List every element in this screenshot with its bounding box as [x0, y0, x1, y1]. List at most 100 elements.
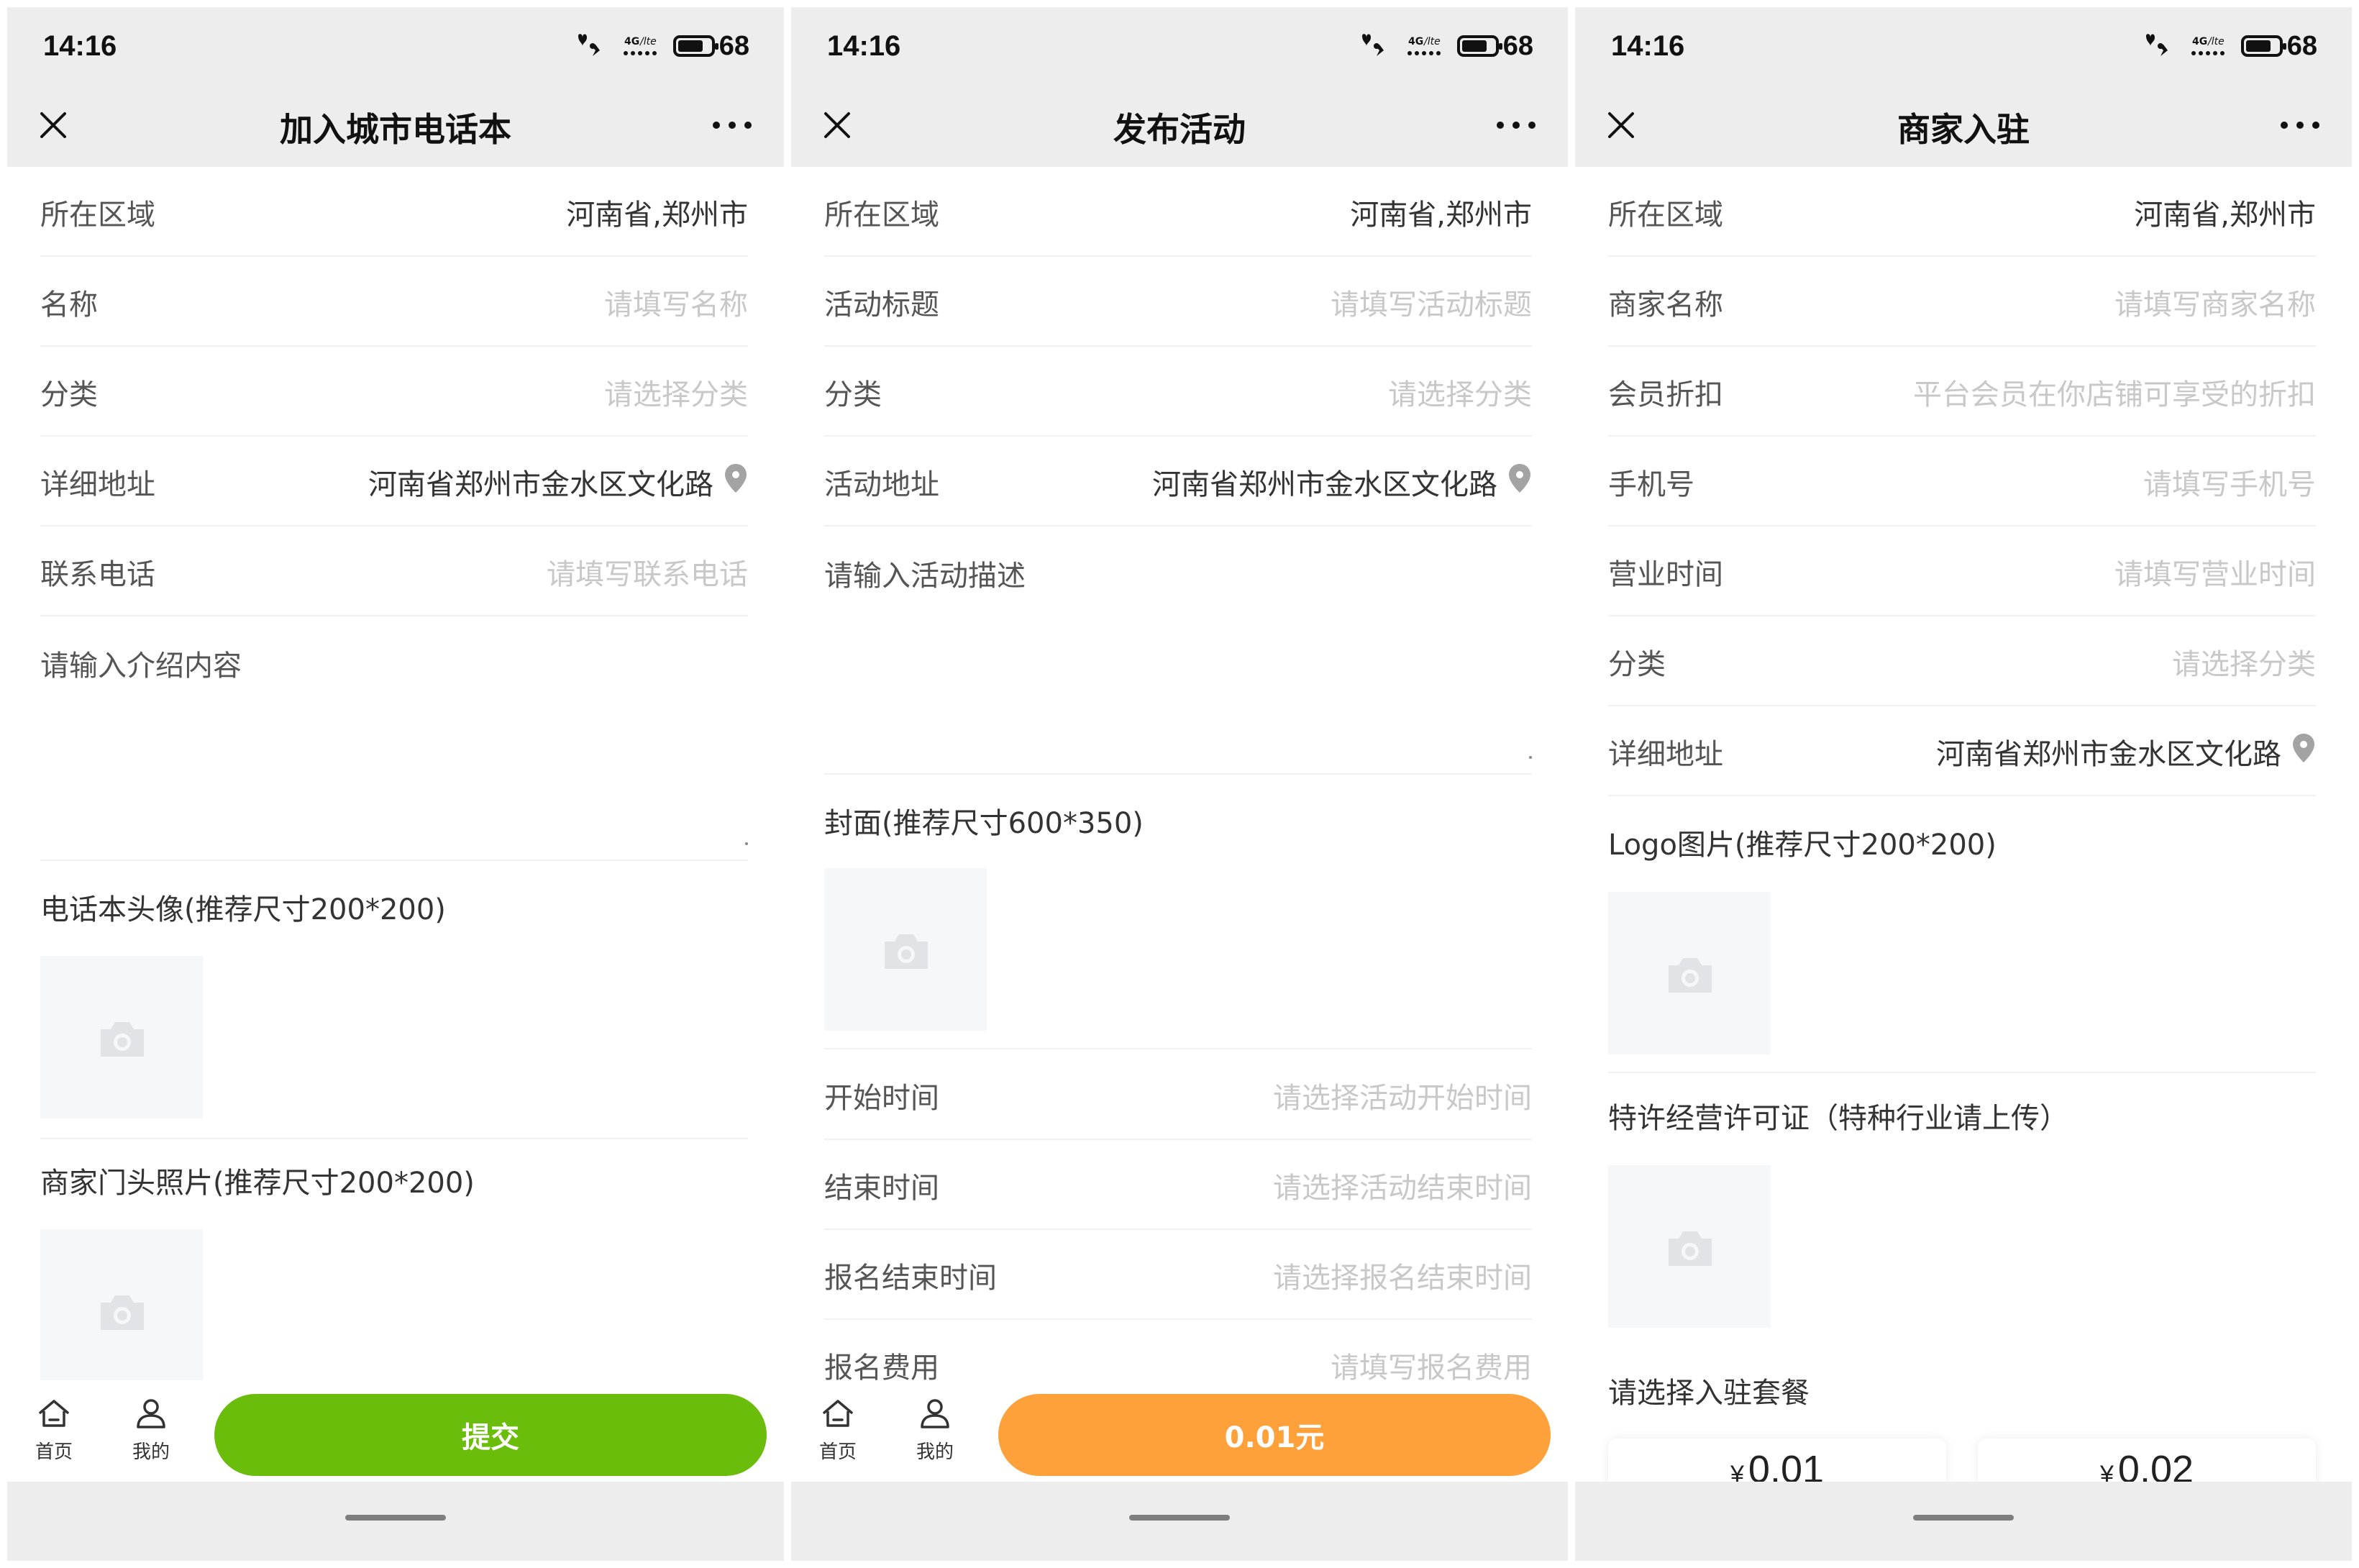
- home-icon: [823, 1400, 853, 1427]
- address-row[interactable]: 详细地址 河南省郑州市金水区文化路: [1608, 706, 2316, 796]
- logo-upload-label: Logo图片(推荐尺寸200*200): [1608, 829, 1997, 862]
- region-row[interactable]: 所在区域 河南省,郑州市: [824, 167, 1532, 257]
- tab-mine[interactable]: 我的: [119, 1394, 183, 1473]
- license-upload-label: 特许经营许可证（特种行业请上传）: [1608, 1102, 2068, 1135]
- pay-button[interactable]: 0.01元: [998, 1394, 1551, 1476]
- business-hours-row[interactable]: 营业时间 请填写营业时间: [1608, 527, 2316, 616]
- status-icons: 4G/lte 68: [2139, 29, 2317, 63]
- resize-handle: [745, 842, 748, 845]
- storefront-upload-box[interactable]: [40, 1229, 203, 1380]
- region-value: 河南省,郑州市: [2134, 199, 2316, 232]
- avatar-upload-label: 电话本头像(推荐尺寸200*200): [40, 893, 446, 926]
- phone-input[interactable]: 请填写联系电话: [547, 551, 748, 593]
- system-nav-bar: [7, 1482, 784, 1561]
- category-select[interactable]: 请选择分类: [1388, 371, 1532, 413]
- status-time: 14:16: [1611, 30, 1685, 62]
- event-description-textarea[interactable]: 请输入活动描述: [824, 527, 1532, 775]
- nav-bar: 加入城市电话本: [7, 85, 784, 167]
- end-time-row[interactable]: 结束时间 请选择活动结束时间: [824, 1140, 1532, 1230]
- region-row[interactable]: 所在区域 河南省,郑州市: [40, 167, 748, 257]
- address-value[interactable]: 河南省郑州市金水区文化路: [1152, 461, 1497, 503]
- submit-button[interactable]: 提交: [214, 1394, 767, 1476]
- tab-home[interactable]: 首页: [22, 1394, 86, 1473]
- page-title: 发布活动: [1113, 110, 1246, 149]
- end-time-picker[interactable]: 请选择活动结束时间: [1273, 1164, 1532, 1206]
- cover-upload-label: 封面(推荐尺寸600*350): [824, 807, 1144, 840]
- field-label: 详细地址: [40, 468, 155, 501]
- phone-row[interactable]: 联系电话 请填写联系电话: [40, 527, 748, 616]
- address-value[interactable]: 河南省郑州市金水区文化路: [368, 461, 713, 503]
- mobile-input[interactable]: 请填写手机号: [2143, 461, 2316, 503]
- merchant-name-row[interactable]: 商家名称 请填写商家名称: [1608, 257, 2316, 347]
- more-icon[interactable]: [709, 117, 755, 134]
- avatar-upload-box[interactable]: [40, 956, 203, 1118]
- start-time-picker[interactable]: 请选择活动开始时间: [1273, 1075, 1532, 1116]
- event-address-row[interactable]: 活动地址 河南省郑州市金水区文化路: [824, 437, 1532, 527]
- category-row[interactable]: 分类 请选择分类: [824, 347, 1532, 437]
- location-pin-icon[interactable]: [1507, 462, 1532, 494]
- start-time-row[interactable]: 开始时间 请选择活动开始时间: [824, 1050, 1532, 1140]
- bottom-bar: 首页 我的 0.01元: [791, 1382, 1568, 1482]
- notification-icon: [2145, 34, 2168, 56]
- intro-textarea[interactable]: 请输入介绍内容: [40, 616, 748, 861]
- status-time: 14:16: [827, 30, 901, 62]
- home-indicator[interactable]: [1129, 1515, 1230, 1521]
- category-select[interactable]: 请选择分类: [604, 371, 748, 413]
- notification-icon: [578, 34, 600, 56]
- home-icon: [39, 1400, 69, 1427]
- name-row[interactable]: 名称 请填写名称: [40, 257, 748, 347]
- field-label: 所在区域: [824, 199, 939, 232]
- svg-text:4G: 4G: [2192, 36, 2207, 47]
- event-title-row[interactable]: 活动标题 请填写活动标题: [824, 257, 1532, 347]
- package-title: 请选择入驻套餐: [1608, 1377, 1810, 1410]
- field-label: 名称: [40, 288, 98, 322]
- tab-mine[interactable]: 我的: [903, 1394, 967, 1473]
- member-discount-row[interactable]: 会员折扣 平台会员在你店铺可享受的折扣: [1608, 347, 2316, 437]
- merchant-name-input[interactable]: 请填写商家名称: [2114, 281, 2316, 323]
- status-icons: 4G/lte 68: [1355, 29, 1533, 63]
- home-indicator[interactable]: [1913, 1515, 2014, 1521]
- tab-label: 我的: [916, 1441, 954, 1463]
- business-hours-input[interactable]: 请填写营业时间: [2114, 551, 2316, 593]
- category-select[interactable]: 请选择分类: [2172, 641, 2316, 683]
- nav-bar: 发布活动: [791, 85, 1568, 167]
- field-label: 报名费用: [824, 1352, 939, 1385]
- field-label: 联系电话: [40, 558, 155, 591]
- location-pin-icon[interactable]: [724, 462, 748, 494]
- location-pin-icon[interactable]: [2291, 732, 2316, 764]
- storefront-upload-label: 商家门头照片(推荐尺寸200*200): [40, 1167, 475, 1200]
- camera-icon: [1669, 1231, 1712, 1266]
- category-row[interactable]: 分类 请选择分类: [1608, 616, 2316, 706]
- tab-home[interactable]: 首页: [806, 1394, 870, 1473]
- name-input[interactable]: 请填写名称: [604, 281, 748, 323]
- field-label: 详细地址: [1608, 738, 1723, 771]
- description-placeholder: 请输入活动描述: [824, 560, 1026, 593]
- more-icon[interactable]: [2277, 117, 2323, 134]
- home-indicator[interactable]: [345, 1515, 446, 1521]
- signup-deadline-picker[interactable]: 请选择报名结束时间: [1273, 1254, 1532, 1296]
- resize-handle: [1529, 756, 1532, 759]
- mobile-row[interactable]: 手机号 请填写手机号: [1608, 437, 2316, 527]
- battery-level: 68: [1502, 30, 1533, 61]
- field-label: 商家名称: [1608, 288, 1723, 322]
- camera-icon: [101, 1295, 144, 1330]
- license-upload-box[interactable]: [1608, 1165, 1771, 1328]
- signup-fee-input[interactable]: 请填写报名费用: [1331, 1344, 1532, 1386]
- field-label: 手机号: [1608, 468, 1694, 501]
- category-row[interactable]: 分类 请选择分类: [40, 347, 748, 437]
- system-nav-bar: [1575, 1482, 2352, 1561]
- more-icon[interactable]: [1493, 117, 1539, 134]
- region-row[interactable]: 所在区域 河南省,郑州市: [1608, 167, 2316, 257]
- user-icon: [921, 1399, 949, 1428]
- screen-merchant-join: 14:16 4G/lte 68 商家入驻 所在区域 河南省,郑州市 商家名称 请…: [1575, 7, 2352, 1561]
- address-value[interactable]: 河南省郑州市金水区文化路: [1936, 731, 2281, 772]
- cover-upload-box[interactable]: [824, 868, 987, 1031]
- event-title-input[interactable]: 请填写活动标题: [1331, 281, 1532, 323]
- system-nav-bar: [791, 1482, 1568, 1561]
- divider: [1608, 1072, 2316, 1073]
- signup-deadline-row[interactable]: 报名结束时间 请选择报名结束时间: [824, 1230, 1532, 1320]
- member-discount-input[interactable]: 平台会员在你店铺可享受的折扣: [1913, 371, 2316, 413]
- field-label: 会员折扣: [1608, 378, 1723, 411]
- address-row[interactable]: 详细地址 河南省郑州市金水区文化路: [40, 437, 748, 527]
- logo-upload-box[interactable]: [1608, 892, 1771, 1054]
